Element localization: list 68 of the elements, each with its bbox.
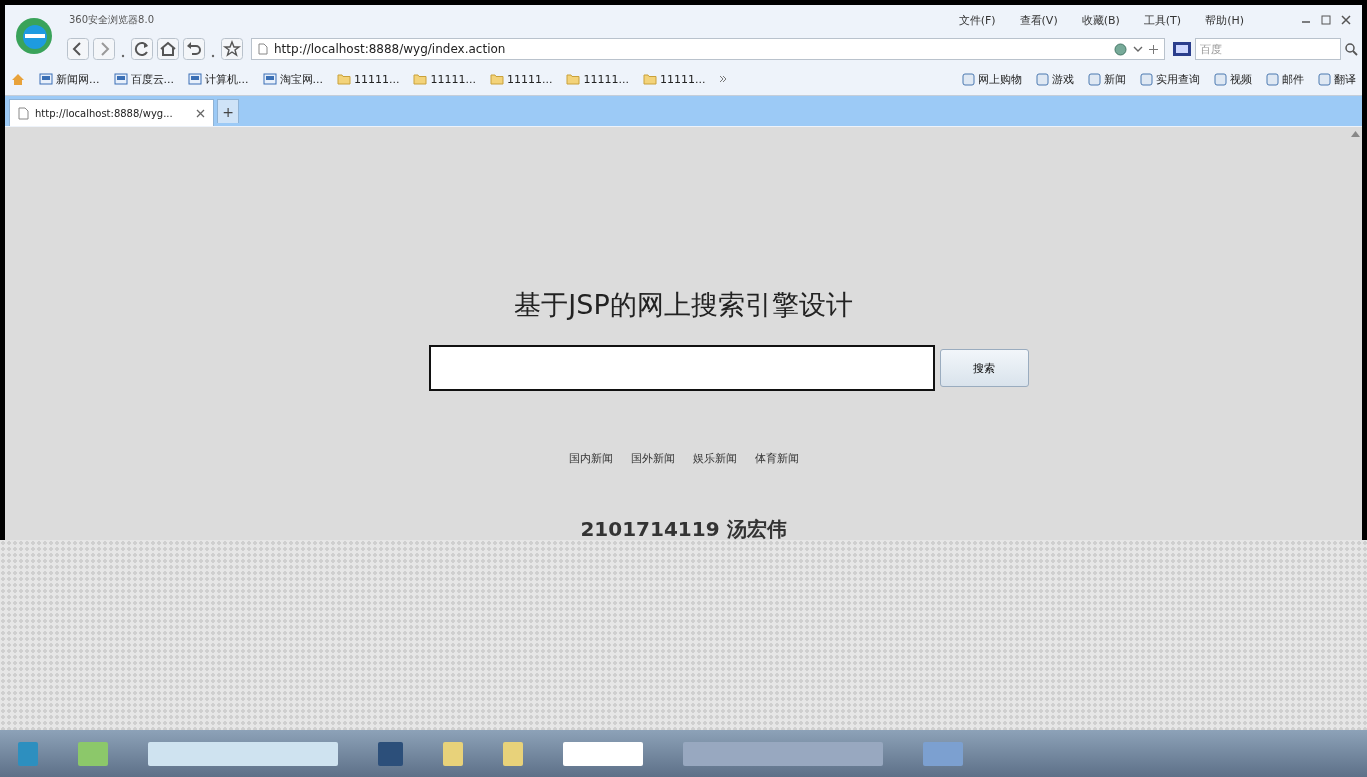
nav-link[interactable]: 国内新闻 <box>568 451 613 466</box>
window-title: 360安全浏览器8.0 <box>69 13 155 27</box>
star-icon[interactable] <box>221 38 243 60</box>
bookmark-item[interactable]: 11111... <box>337 72 400 86</box>
page-icon <box>39 72 53 86</box>
link-icon <box>962 72 975 86</box>
bookmark-item[interactable]: 新闻网... <box>39 71 100 87</box>
quick-link[interactable]: 实用查询 <box>1140 71 1200 87</box>
nav-link[interactable]: 国外新闻 <box>630 451 675 466</box>
bookmark-item[interactable]: 11111... <box>642 72 706 86</box>
menu-item[interactable]: 工具(T) <box>1143 12 1182 28</box>
browser-tab[interactable]: http://localhost:8888/wyg... <box>9 99 214 126</box>
footer-text: 2101714119 汤宏伟 <box>580 516 787 543</box>
menu-item[interactable]: 查看(V) <box>1019 12 1058 28</box>
globe-icon <box>1114 42 1127 56</box>
browser-logo <box>13 15 55 57</box>
search-engine-icon <box>1173 42 1191 56</box>
bookmark-item[interactable]: 淘宝网... <box>262 71 323 87</box>
quick-link[interactable]: 邮件 <box>1266 71 1304 87</box>
dropdown-icon[interactable] <box>1133 45 1143 53</box>
link-icon <box>1140 72 1153 86</box>
tab-title: http://localhost:8888/wyg... <box>35 107 174 119</box>
folder-icon <box>642 73 657 85</box>
scroll-up-icon[interactable] <box>1351 131 1360 137</box>
link-icon <box>1214 72 1227 86</box>
folder-icon <box>489 73 504 85</box>
page-icon <box>258 43 268 55</box>
page-icon <box>113 72 128 86</box>
folder-icon <box>413 73 428 85</box>
menu-item[interactable]: 帮助(H) <box>1205 12 1244 28</box>
link-icon <box>1036 72 1049 86</box>
page-icon <box>18 106 29 120</box>
page-icon <box>188 72 202 86</box>
menu-item[interactable]: 收藏(B) <box>1081 12 1120 28</box>
search-icon[interactable] <box>1345 42 1358 56</box>
folder-icon <box>566 73 581 85</box>
page-heading: 基于JSP的网上搜索引擎设计 <box>514 288 853 322</box>
chevron-icon[interactable] <box>719 75 728 83</box>
quick-link[interactable]: 游戏 <box>1036 71 1074 87</box>
page-icon <box>262 72 277 86</box>
bookmark-item[interactable]: 11111... <box>413 72 476 86</box>
quick-link[interactable]: 视频 <box>1214 71 1252 87</box>
bookmark-item[interactable]: 11111... <box>566 72 629 86</box>
search-input[interactable] <box>428 345 935 391</box>
folder-icon <box>337 73 351 85</box>
quick-link[interactable]: 翻译 <box>1318 71 1356 87</box>
link-icon <box>1266 72 1279 86</box>
menu-item[interactable]: 文件(F) <box>958 12 996 28</box>
link-icon <box>1318 72 1331 86</box>
undo-icon[interactable] <box>183 38 205 60</box>
bookmark-item[interactable]: 计算机... <box>188 71 249 87</box>
refresh-icon[interactable] <box>131 38 153 60</box>
quick-link[interactable]: 网上购物 <box>962 71 1022 87</box>
quick-link[interactable]: 新闻 <box>1088 71 1126 87</box>
new-tab-button[interactable]: + <box>217 99 239 123</box>
bookmark-item[interactable]: 百度云... <box>113 71 174 87</box>
back-icon[interactable] <box>67 38 89 60</box>
address-bar[interactable]: http://localhost:8888/wyg/index.action <box>251 38 1165 60</box>
close-icon[interactable] <box>196 108 205 118</box>
search-button[interactable]: 搜索 <box>939 349 1029 387</box>
link-icon <box>1088 72 1101 86</box>
nav-link[interactable]: 娱乐新闻 <box>692 451 737 466</box>
plus-icon[interactable] <box>1149 44 1158 54</box>
bookmark-item[interactable]: 11111... <box>489 72 553 86</box>
home-icon[interactable] <box>157 38 179 60</box>
maximize-icon[interactable] <box>1320 14 1332 26</box>
nav-link[interactable]: 体育新闻 <box>754 451 799 466</box>
close-icon[interactable] <box>1340 14 1352 26</box>
